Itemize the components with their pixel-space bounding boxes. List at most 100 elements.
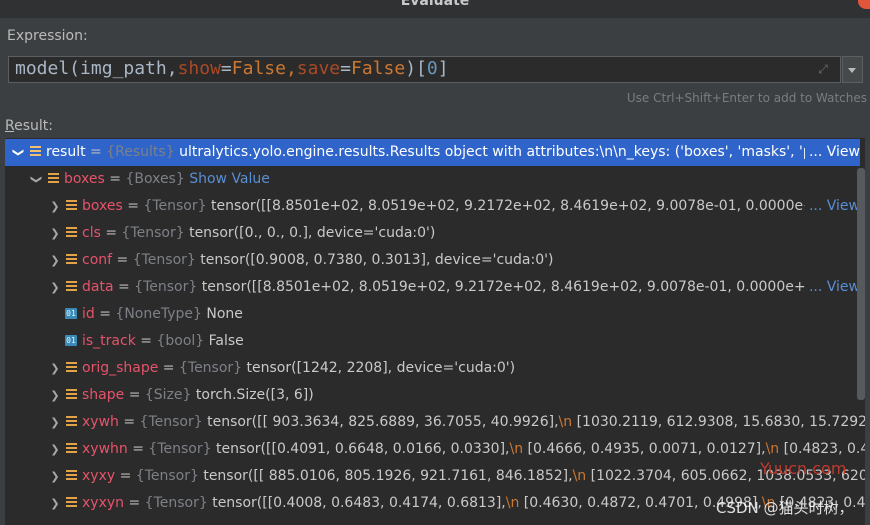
variable-value: None [201,306,243,322]
tree-row-orig-shape[interactable]: orig_shape = {Tensor} tensor([1242, 2208… [5,355,860,382]
icon-bar [66,397,77,399]
expression-token: = [340,58,351,79]
icon-bar [66,362,77,364]
expression-code[interactable]: model(img_path,show=False,save=False)[0] [15,58,449,79]
variable-type: {Tensor} [132,252,196,268]
title-bar: Evaluate [0,0,870,18]
chevron-down-icon[interactable] [31,166,43,193]
show-value-link[interactable]: Show Value [185,171,270,187]
icon-bar [66,470,77,472]
icon-bar [30,146,41,148]
tree-row-is-track[interactable]: 01 is_track = {bool} False [5,328,860,355]
variable-value: tensor([[0.4091, 0.6648, 0.0166, 0.0330]… [211,441,510,457]
result-tree[interactable]: result = {Results} ultralytics.yolo.engi… [5,138,865,525]
icon-bar [66,262,77,264]
expression-token: False [231,58,286,79]
tree-row-result[interactable]: result = {Results} ultralytics.yolo.engi… [5,139,860,166]
variable-value: tensor([[ 903.3634, 825.6889, 36.7055, 4… [202,414,559,430]
chevron-right-icon[interactable] [49,193,61,220]
history-dropdown-button[interactable] [842,56,863,83]
chevron-right-icon[interactable] [49,463,61,490]
variable-type: {Tensor} [148,441,212,457]
window-title: Evaluate [400,0,470,9]
chevron-right-icon[interactable] [49,436,61,463]
chevron-right-icon[interactable] [49,382,61,409]
variable-name: xywhn [82,441,128,457]
variable-type: {bool} [156,333,205,349]
chevron-right-icon[interactable] [49,247,61,274]
variable-name: xyxyn [82,495,125,511]
expression-token: , [285,58,297,79]
variable-value: tensor([0.9008, 0.7380, 0.3013], device=… [195,252,554,268]
view-link[interactable]: ... View [804,139,860,166]
variable-type: {NoneType} [115,306,202,322]
variable-name: id [82,306,95,322]
expression-token: ] [437,58,449,79]
expand-editor-icon[interactable]: ⤢ [816,62,830,76]
tree-row-data[interactable]: data = {Tensor} tensor([[8.8501e+02, 8.0… [5,274,865,301]
tree-row-xywhn[interactable]: xywhn = {Tensor} tensor([[0.4091, 0.6648… [5,436,865,463]
chevron-right-icon[interactable] [49,409,61,436]
variable-name: conf [82,252,113,268]
icon-bar [66,389,77,391]
variable-type: {Tensor} [178,360,243,376]
variable-value-continued: [0.4666, 0.4935, 0.0071, 0.0127], [523,441,766,457]
tree-row-boxes[interactable]: boxes = {Tensor} tensor([[8.8501e+02, 8.… [5,193,865,220]
variable-name: is_track [82,333,136,349]
equals-sign: = [118,414,140,430]
variable-type: {Tensor} [121,225,185,241]
result-label: Result: [5,118,53,134]
chevron-right-icon[interactable] [49,355,61,382]
tree-scrollbar[interactable] [857,168,865,400]
equals-sign: = [135,333,157,349]
expression-label: Expression: [7,28,88,44]
row-text: conf = {Tensor} tensor([0.9008, 0.7380, … [82,247,553,274]
chevron-right-icon[interactable] [49,274,61,301]
icon-bar [66,497,77,499]
field-icon [66,497,77,508]
tree-row-xywh[interactable]: xywh = {Tensor} tensor([[ 903.3634, 825.… [5,409,865,436]
newline-escape: \n [505,495,520,511]
tree-row-shape[interactable]: shape = {Size} torch.Size([3, 6]) [5,382,860,409]
row-text: id = {NoneType} None [82,301,243,328]
row-text: cls = {Tensor} tensor([0., 0., 0.], devi… [82,220,435,247]
icon-bar [66,505,77,507]
row-text: is_track = {bool} False [82,328,244,355]
equals-sign: = [124,495,145,511]
variable-name: shape [82,387,125,403]
tree-row-xyxy[interactable]: xyxy = {Tensor} tensor([[ 885.0106, 805.… [5,463,865,490]
equals-sign: = [104,171,126,187]
expression-token: show [177,58,221,79]
variable-name: result [46,144,86,160]
expression-token: model(img_path, [15,58,178,79]
expression-token: )[ [405,58,427,79]
variable-value: ultralytics.yolo.engine.results.Results … [174,144,849,160]
icon-bar [66,208,77,210]
tree-row-boxes[interactable]: boxes = {Boxes} Show Value [5,166,860,193]
field-icon [66,200,77,211]
chevron-right-icon[interactable] [49,220,61,247]
field-icon [66,470,77,481]
chevron-down-icon[interactable] [13,139,25,166]
variable-value: tensor([[ 885.0106, 805.1926, 921.7161, … [198,468,573,484]
tree-row-conf[interactable]: conf = {Tensor} tensor([0.9008, 0.7380, … [5,247,860,274]
icon-bar [66,424,77,426]
field-icon [66,254,77,265]
tree-row-cls[interactable]: cls = {Tensor} tensor([0., 0., 0.], devi… [5,220,860,247]
tree-row-id[interactable]: 01 id = {NoneType} None [5,301,860,328]
variable-type: {Tensor} [139,414,203,430]
newline-escape: \n [509,441,524,457]
variable-type: {Size} [144,387,192,403]
view-link[interactable]: ... View [804,274,860,301]
row-text: result = {Results} ultralytics.yolo.engi… [46,139,848,166]
icon-bar [30,150,41,152]
view-link[interactable]: ... View [804,193,860,220]
equals-sign: = [113,279,135,295]
credit-watermark: CSDN @猫头时树， [716,499,854,517]
expression-token: 0 [426,58,438,79]
chevron-right-icon[interactable] [49,490,61,517]
equals-sign: = [124,387,145,403]
expression-input[interactable]: model(img_path,show=False,save=False)[0]… [8,56,841,83]
newline-escape: \n [558,414,573,430]
row-text: xywhn = {Tensor} tensor([[0.4091, 0.6648… [82,436,865,463]
